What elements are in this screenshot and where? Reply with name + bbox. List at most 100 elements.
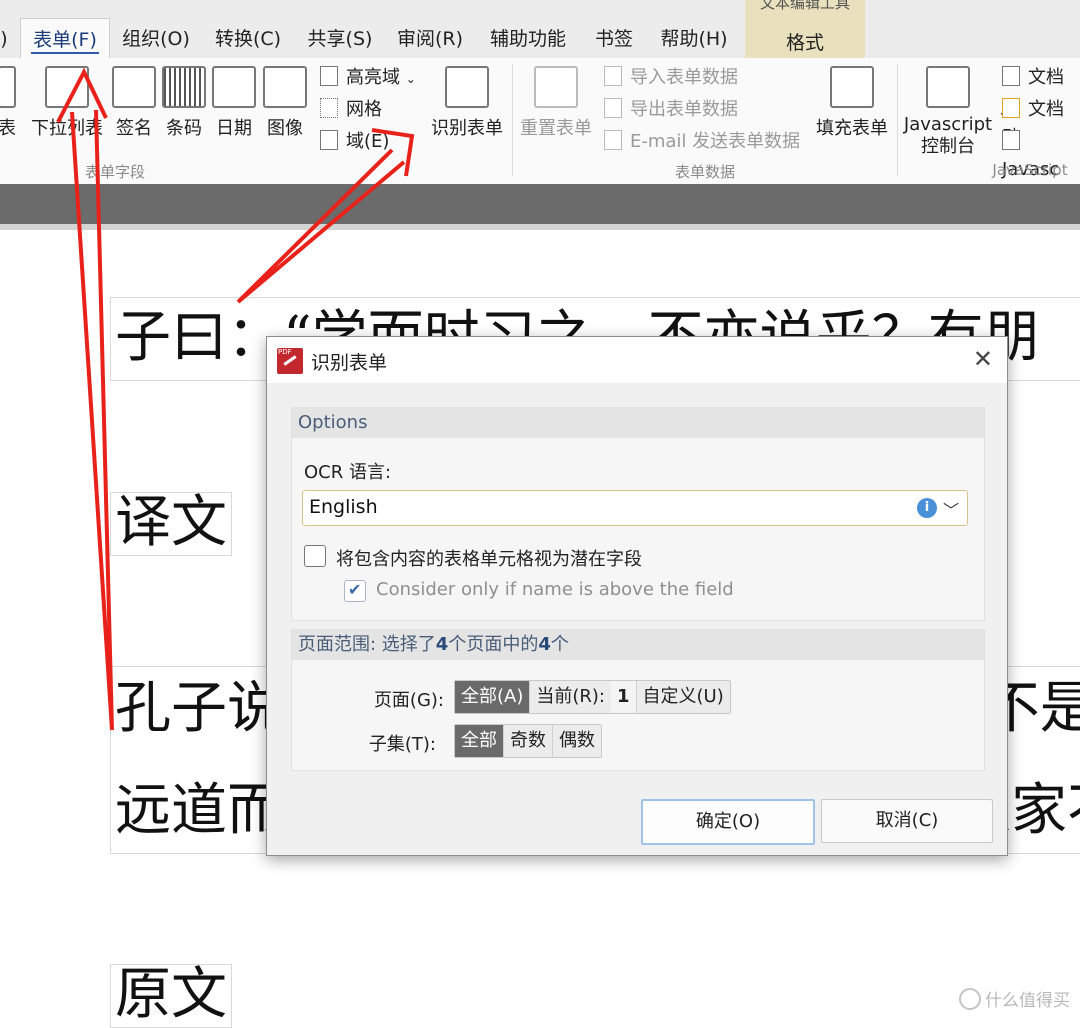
signature-button[interactable]: 签名 (110, 66, 158, 140)
pages-segmented-control: 全部(A) 当前(R): 1 自定义(U) (454, 680, 731, 714)
chevron-down-icon: ⌄ (405, 72, 416, 86)
pages-custom-option[interactable]: 自定义(U) (637, 681, 730, 713)
menu-item-partial[interactable]: ) (0, 22, 10, 56)
text-field-original-heading[interactable]: 原文 (110, 964, 232, 1028)
barcode-button[interactable]: 条码 (162, 66, 206, 140)
date-button[interactable]: 日期 (212, 66, 256, 140)
menu-item-help[interactable]: 帮助(H) (652, 22, 736, 56)
treat-cells-as-fields-checkbox[interactable] (304, 545, 326, 567)
fill-form-icon (830, 66, 874, 108)
menu-item-form[interactable]: 表单(F) (20, 18, 110, 59)
group-separator (897, 64, 898, 176)
range-suffix: 个 (550, 634, 569, 655)
range-selected-count: 4 (435, 634, 449, 655)
chevron-down-icon[interactable]: ﹀ (943, 497, 959, 521)
fill-form-label: 填充表单 (816, 118, 888, 139)
export-form-data-button[interactable]: 导出表单数据 (604, 96, 738, 124)
image-icon (263, 66, 307, 108)
highlight-fields-button[interactable]: 高亮域 ⌄ (320, 64, 416, 92)
image-button[interactable]: 图像 (262, 66, 308, 140)
group-label-form-data: 表单数据 (674, 163, 735, 181)
recognize-form-dialog: 识别表单 ✕ Options OCR 语言: English i ﹀ 将包含内容… (266, 336, 1008, 856)
date-label: 日期 (216, 118, 252, 139)
email-form-data-button[interactable]: E-mail 发送表单数据 (604, 128, 800, 156)
info-icon[interactable]: i (917, 498, 937, 518)
grid-icon (320, 98, 338, 118)
page-range-panel: 页面范围: 选择了4个页面中的4个 页面(G): 全部(A) 当前(R): 1 … (291, 629, 985, 771)
group-label-form-fields: 表单字段 (84, 163, 145, 181)
options-header: Options (292, 408, 984, 438)
signature-label: 签名 (116, 118, 152, 139)
fields-label: 域(E) (346, 131, 390, 152)
ocr-language-value: English (309, 496, 378, 518)
range-total-count: 4 (538, 634, 551, 655)
document-js-button[interactable]: 文档 Ja (1002, 64, 1080, 116)
field-icon (320, 130, 338, 150)
recognize-form-icon (445, 66, 489, 108)
import-icon (604, 66, 622, 86)
fill-form-button[interactable]: 填充表单 (812, 66, 892, 140)
context-tab-format[interactable]: 文本编辑工具 格式 (745, 0, 865, 58)
pages-all-option[interactable]: 全部(A) (455, 681, 531, 713)
document-js-icon (1002, 66, 1020, 86)
name-above-field-checkbox[interactable] (344, 580, 366, 602)
treat-cells-as-fields-label[interactable]: 将包含内容的表格单元格视为潜在字段 (336, 545, 642, 571)
javascript-button[interactable]: Javasc (1002, 128, 1080, 180)
subset-segmented-control: 全部 奇数 偶数 (454, 724, 602, 758)
email-label: E-mail 发送表单数据 (630, 131, 801, 152)
menu-item-convert[interactable]: 转换(C) (206, 22, 290, 56)
ocr-language-label: OCR 语言: (304, 462, 392, 483)
context-group-title: 文本编辑工具 (759, 0, 850, 12)
heading-original: 原文 (115, 964, 227, 1027)
gear-icon (1002, 130, 1020, 150)
menu-item-share[interactable]: 共享(S) (298, 22, 382, 56)
menu-item-bookmarks[interactable]: 书签 (584, 22, 644, 56)
calendar-icon (212, 66, 256, 108)
subset-odd-option[interactable]: 奇数 (504, 725, 553, 757)
range-prefix: 页面范围: 选择了 (298, 634, 436, 655)
reset-form-button[interactable]: 重置表单 (517, 66, 595, 140)
menu-bar: ) 表单(F) 组织(O) 转换(C) 共享(S) 审阅(R) 辅助功能 书签 … (0, 0, 1080, 59)
dropdown-list-icon (45, 66, 89, 108)
menu-item-review[interactable]: 审阅(R) (388, 22, 472, 56)
ocr-language-select[interactable]: English i ﹀ (302, 490, 968, 526)
menu-item-organize[interactable]: 组织(O) (114, 22, 198, 56)
highlight-icon (320, 66, 338, 86)
dropdown-list-button[interactable]: 下拉列表 (28, 66, 106, 140)
image-label: 图像 (267, 118, 303, 139)
lightning-icon (1002, 98, 1020, 118)
watermark-logo-icon (959, 988, 981, 1010)
grid-button[interactable]: 网格 (320, 96, 382, 124)
group-separator (512, 64, 513, 176)
grid-label: 网格 (346, 99, 382, 120)
document-action-button[interactable]: 文档动 (1002, 96, 1080, 148)
list-spinner-icon (0, 66, 16, 108)
pages-current-option[interactable]: 当前(R): (530, 681, 611, 713)
menu-item-accessibility[interactable]: 辅助功能 (480, 22, 576, 56)
console-label-line1: Javascript (903, 114, 993, 135)
console-icon (926, 66, 970, 108)
partial-list-button[interactable]: 表 (0, 66, 18, 140)
subset-label: 子集(T): (368, 734, 436, 755)
toolbar-strip (0, 184, 1080, 224)
signature-pen-icon (112, 66, 156, 108)
javascript-console-button[interactable]: Javascript 控制台 (902, 66, 994, 158)
ok-button[interactable]: 确定(O) (641, 799, 815, 845)
subset-even-option[interactable]: 偶数 (553, 725, 601, 757)
pages-current-number[interactable]: 1 (610, 681, 637, 713)
close-icon[interactable]: ✕ (973, 345, 993, 373)
text-field-translation-heading[interactable]: 译文 (110, 492, 232, 556)
name-above-field-label[interactable]: Consider only if name is above the field (376, 579, 734, 600)
pdf-app-icon (277, 348, 303, 374)
recognize-form-button[interactable]: 识别表单 (428, 66, 506, 140)
subset-all-option[interactable]: 全部 (455, 725, 504, 757)
import-form-data-button[interactable]: 导入表单数据 (604, 64, 738, 92)
export-icon (604, 98, 622, 118)
watermark-text: 什么值得买 (985, 991, 1070, 1011)
export-label: 导出表单数据 (630, 99, 738, 120)
dialog-title: 识别表单 (311, 352, 388, 374)
cancel-button[interactable]: 取消(C) (821, 799, 993, 843)
barcode-icon (162, 66, 206, 108)
partial-list-label: 表 (0, 118, 16, 139)
fields-button[interactable]: 域(E) (320, 128, 389, 156)
